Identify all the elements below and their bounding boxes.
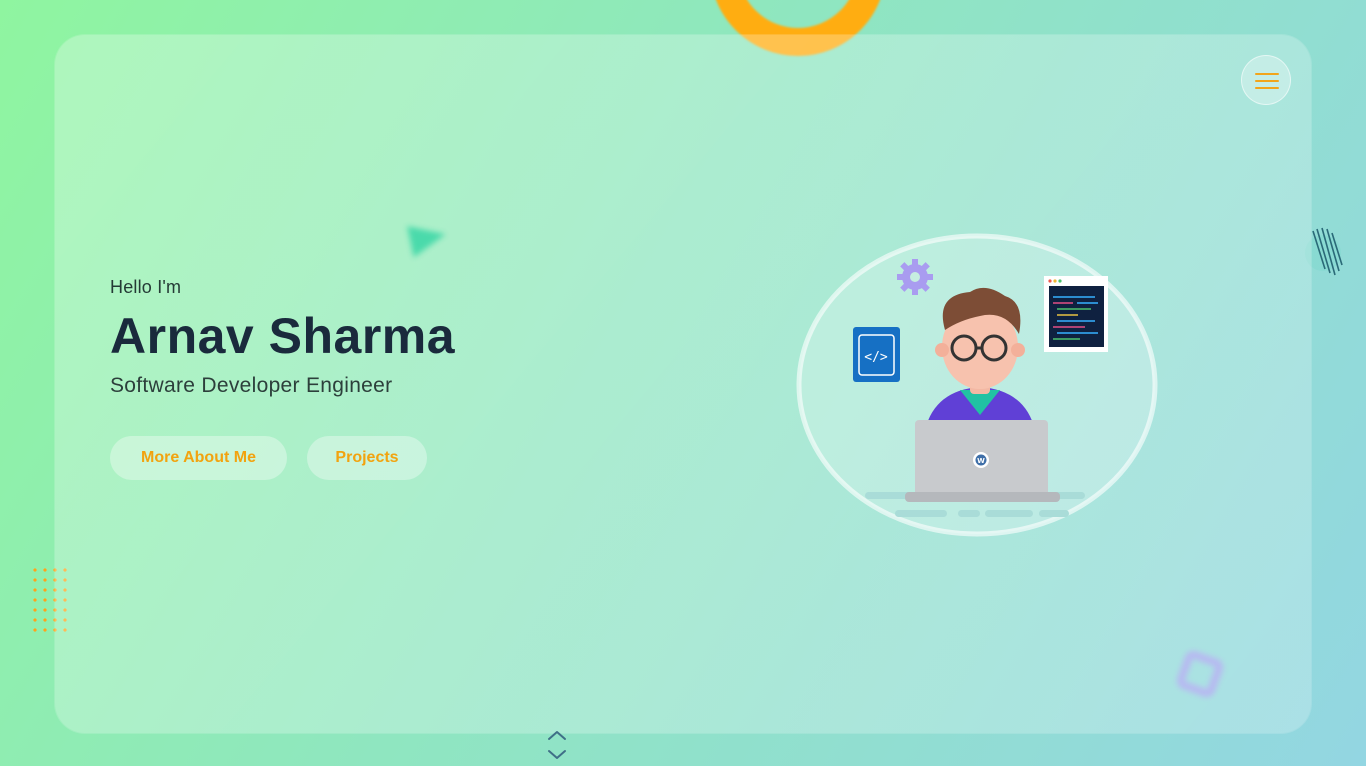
decorative-stripes <box>1305 227 1343 276</box>
subtitle: Software Developer Engineer <box>110 374 393 397</box>
hamburger-menu-icon-line <box>1255 87 1279 89</box>
code-window-icon <box>1044 276 1108 352</box>
page-title: Arnav Sharma <box>110 308 456 364</box>
hamburger-menu-icon <box>1255 73 1279 75</box>
decorative-triangle <box>407 218 449 258</box>
intro-block: Hello I'm Arnav Sharma Software Develope… <box>110 277 455 398</box>
hamburger-menu-icon-line <box>1255 80 1279 82</box>
scroll-chevron-icon[interactable] <box>544 725 570 765</box>
projects-button[interactable]: Projects <box>307 436 427 480</box>
more-about-me-button[interactable]: More About Me <box>110 436 287 480</box>
menu-button[interactable] <box>1241 55 1291 105</box>
developer-illustration: </> W <box>796 233 1158 537</box>
code-tag-icon: </> <box>853 327 900 382</box>
hero-card: Hello I'm Arnav Sharma Software Develope… <box>55 35 1311 733</box>
svg-text:</>: </> <box>864 350 888 365</box>
svg-text:W: W <box>977 457 985 465</box>
gear-icon <box>897 259 933 295</box>
greeting-text: Hello I'm <box>110 277 182 297</box>
